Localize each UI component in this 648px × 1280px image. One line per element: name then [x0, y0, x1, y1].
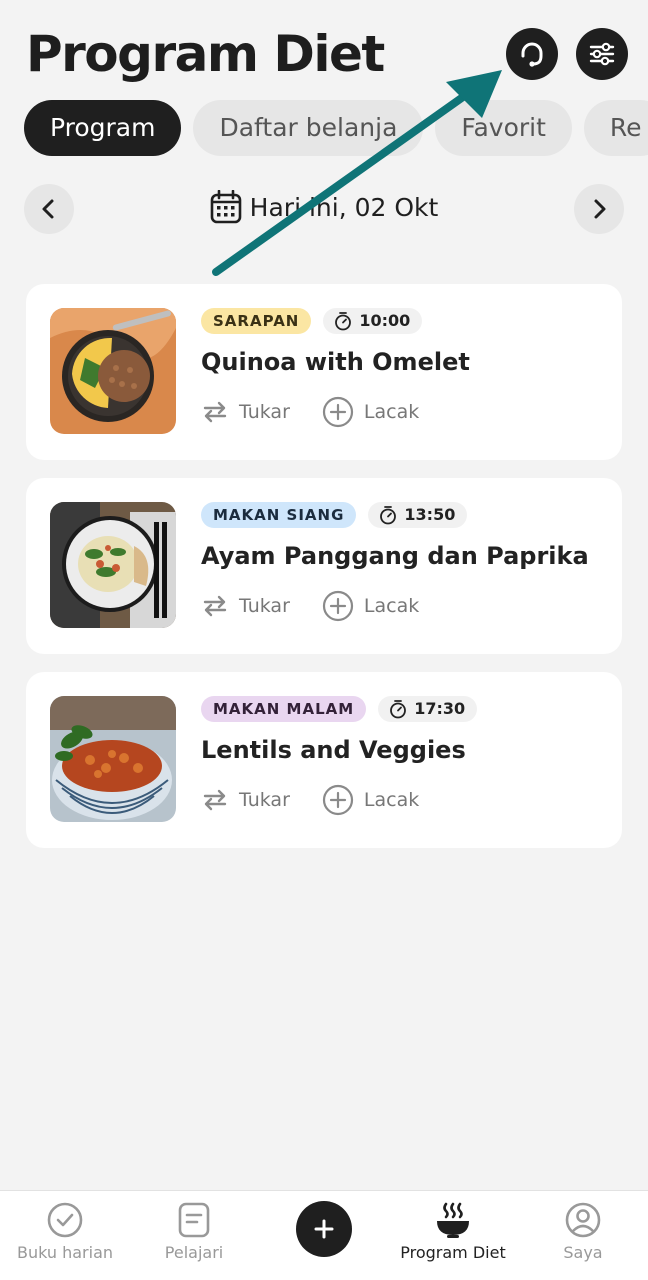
- meal-tag: SARAPAN: [201, 308, 312, 334]
- date-label: Hari ini, 02 Okt: [249, 192, 439, 222]
- add-button[interactable]: [296, 1201, 352, 1257]
- calendar-icon: [210, 190, 241, 224]
- track-label: Lacak: [363, 789, 420, 811]
- swap-button[interactable]: Tukar: [201, 786, 290, 814]
- chevron-left-icon: [42, 199, 54, 219]
- stopwatch-icon: [335, 312, 352, 331]
- swap-button[interactable]: Tukar: [201, 398, 290, 426]
- meal-time-label: 10:00: [359, 311, 411, 330]
- nav-profile[interactable]: Saya: [518, 1191, 648, 1280]
- plus-icon: [314, 1219, 334, 1239]
- track-label: Lacak: [363, 401, 420, 423]
- meal-photo-lentils-veggies: [50, 696, 176, 822]
- track-button[interactable]: Lacak: [322, 784, 419, 816]
- plus-circle-icon: [322, 590, 353, 622]
- meal-list: SARAPAN 10:00 Quinoa with Omelet Tukar L…: [26, 284, 622, 866]
- sliders-icon: [589, 42, 615, 66]
- steaming-bowl-icon: [437, 1202, 469, 1238]
- nav-learn[interactable]: Pelajari: [129, 1191, 259, 1280]
- meal-card-dinner[interactable]: MAKAN MALAM 17:30 Lentils and Veggies Tu…: [26, 672, 622, 848]
- meal-name: Lentils and Veggies: [201, 736, 466, 764]
- meal-photo-quinoa-omelet: [50, 308, 176, 434]
- date-navigator: Hari ini, 02 Okt: [24, 184, 624, 236]
- headset-icon: [521, 42, 543, 67]
- tab-shopping-list[interactable]: Daftar belanja: [193, 100, 424, 156]
- tab-more[interactable]: Re: [583, 100, 648, 156]
- meal-time: 17:30: [378, 696, 478, 722]
- meal-time-label: 17:30: [414, 699, 466, 718]
- swap-icon: [203, 401, 227, 423]
- track-button[interactable]: Lacak: [322, 590, 419, 622]
- swap-label: Tukar: [239, 595, 290, 617]
- meal-card-lunch[interactable]: MAKAN SIANG 13:50 Ayam Panggang dan Papr…: [26, 478, 622, 654]
- nav-label: Buku harian: [16, 1243, 114, 1262]
- track-button[interactable]: Lacak: [322, 396, 419, 428]
- previous-day-button[interactable]: [24, 184, 74, 234]
- support-button[interactable]: [506, 28, 558, 80]
- next-day-button[interactable]: [574, 184, 624, 234]
- tab-favorites[interactable]: Favorit: [435, 100, 572, 156]
- swap-button[interactable]: Tukar: [201, 592, 290, 620]
- profile-icon: [565, 1202, 601, 1238]
- swap-label: Tukar: [239, 401, 290, 423]
- tab-bar: Program Daftar belanja Favorit Re: [24, 100, 648, 156]
- date-display[interactable]: Hari ini, 02 Okt: [24, 190, 624, 224]
- nav-diary[interactable]: Buku harian: [0, 1191, 130, 1280]
- meal-tag: MAKAN SIANG: [201, 502, 357, 528]
- stopwatch-icon: [390, 700, 407, 719]
- swap-label: Tukar: [239, 789, 290, 811]
- nav-diet-program[interactable]: Program Diet: [388, 1191, 518, 1280]
- plus-circle-icon: [322, 784, 353, 816]
- document-icon: [178, 1202, 210, 1238]
- meal-time: 10:00: [323, 308, 423, 334]
- filter-button[interactable]: [576, 28, 628, 80]
- meal-time: 13:50: [368, 502, 468, 528]
- swap-icon: [203, 789, 227, 811]
- check-circle-icon: [47, 1202, 83, 1238]
- chevron-right-icon: [594, 199, 606, 219]
- meal-photo-grilled-chicken: [50, 502, 176, 628]
- header: Program Diet: [26, 22, 628, 86]
- plus-circle-icon: [322, 396, 353, 428]
- meal-tag: MAKAN MALAM: [201, 696, 367, 722]
- swap-icon: [203, 595, 227, 617]
- nav-label: Program Diet: [400, 1243, 506, 1262]
- meal-name: Ayam Panggang dan Paprika: [201, 542, 589, 570]
- track-label: Lacak: [363, 595, 420, 617]
- meal-card-breakfast[interactable]: SARAPAN 10:00 Quinoa with Omelet Tukar L…: [26, 284, 622, 460]
- meal-name: Quinoa with Omelet: [201, 348, 470, 376]
- tab-program[interactable]: Program: [24, 100, 182, 156]
- meal-time-label: 13:50: [404, 505, 456, 524]
- stopwatch-icon: [380, 506, 397, 525]
- nav-label: Saya: [563, 1243, 603, 1262]
- nav-label: Pelajari: [164, 1243, 224, 1262]
- bottom-navigation: Buku harian Pelajari Program Diet Saya: [0, 1190, 648, 1280]
